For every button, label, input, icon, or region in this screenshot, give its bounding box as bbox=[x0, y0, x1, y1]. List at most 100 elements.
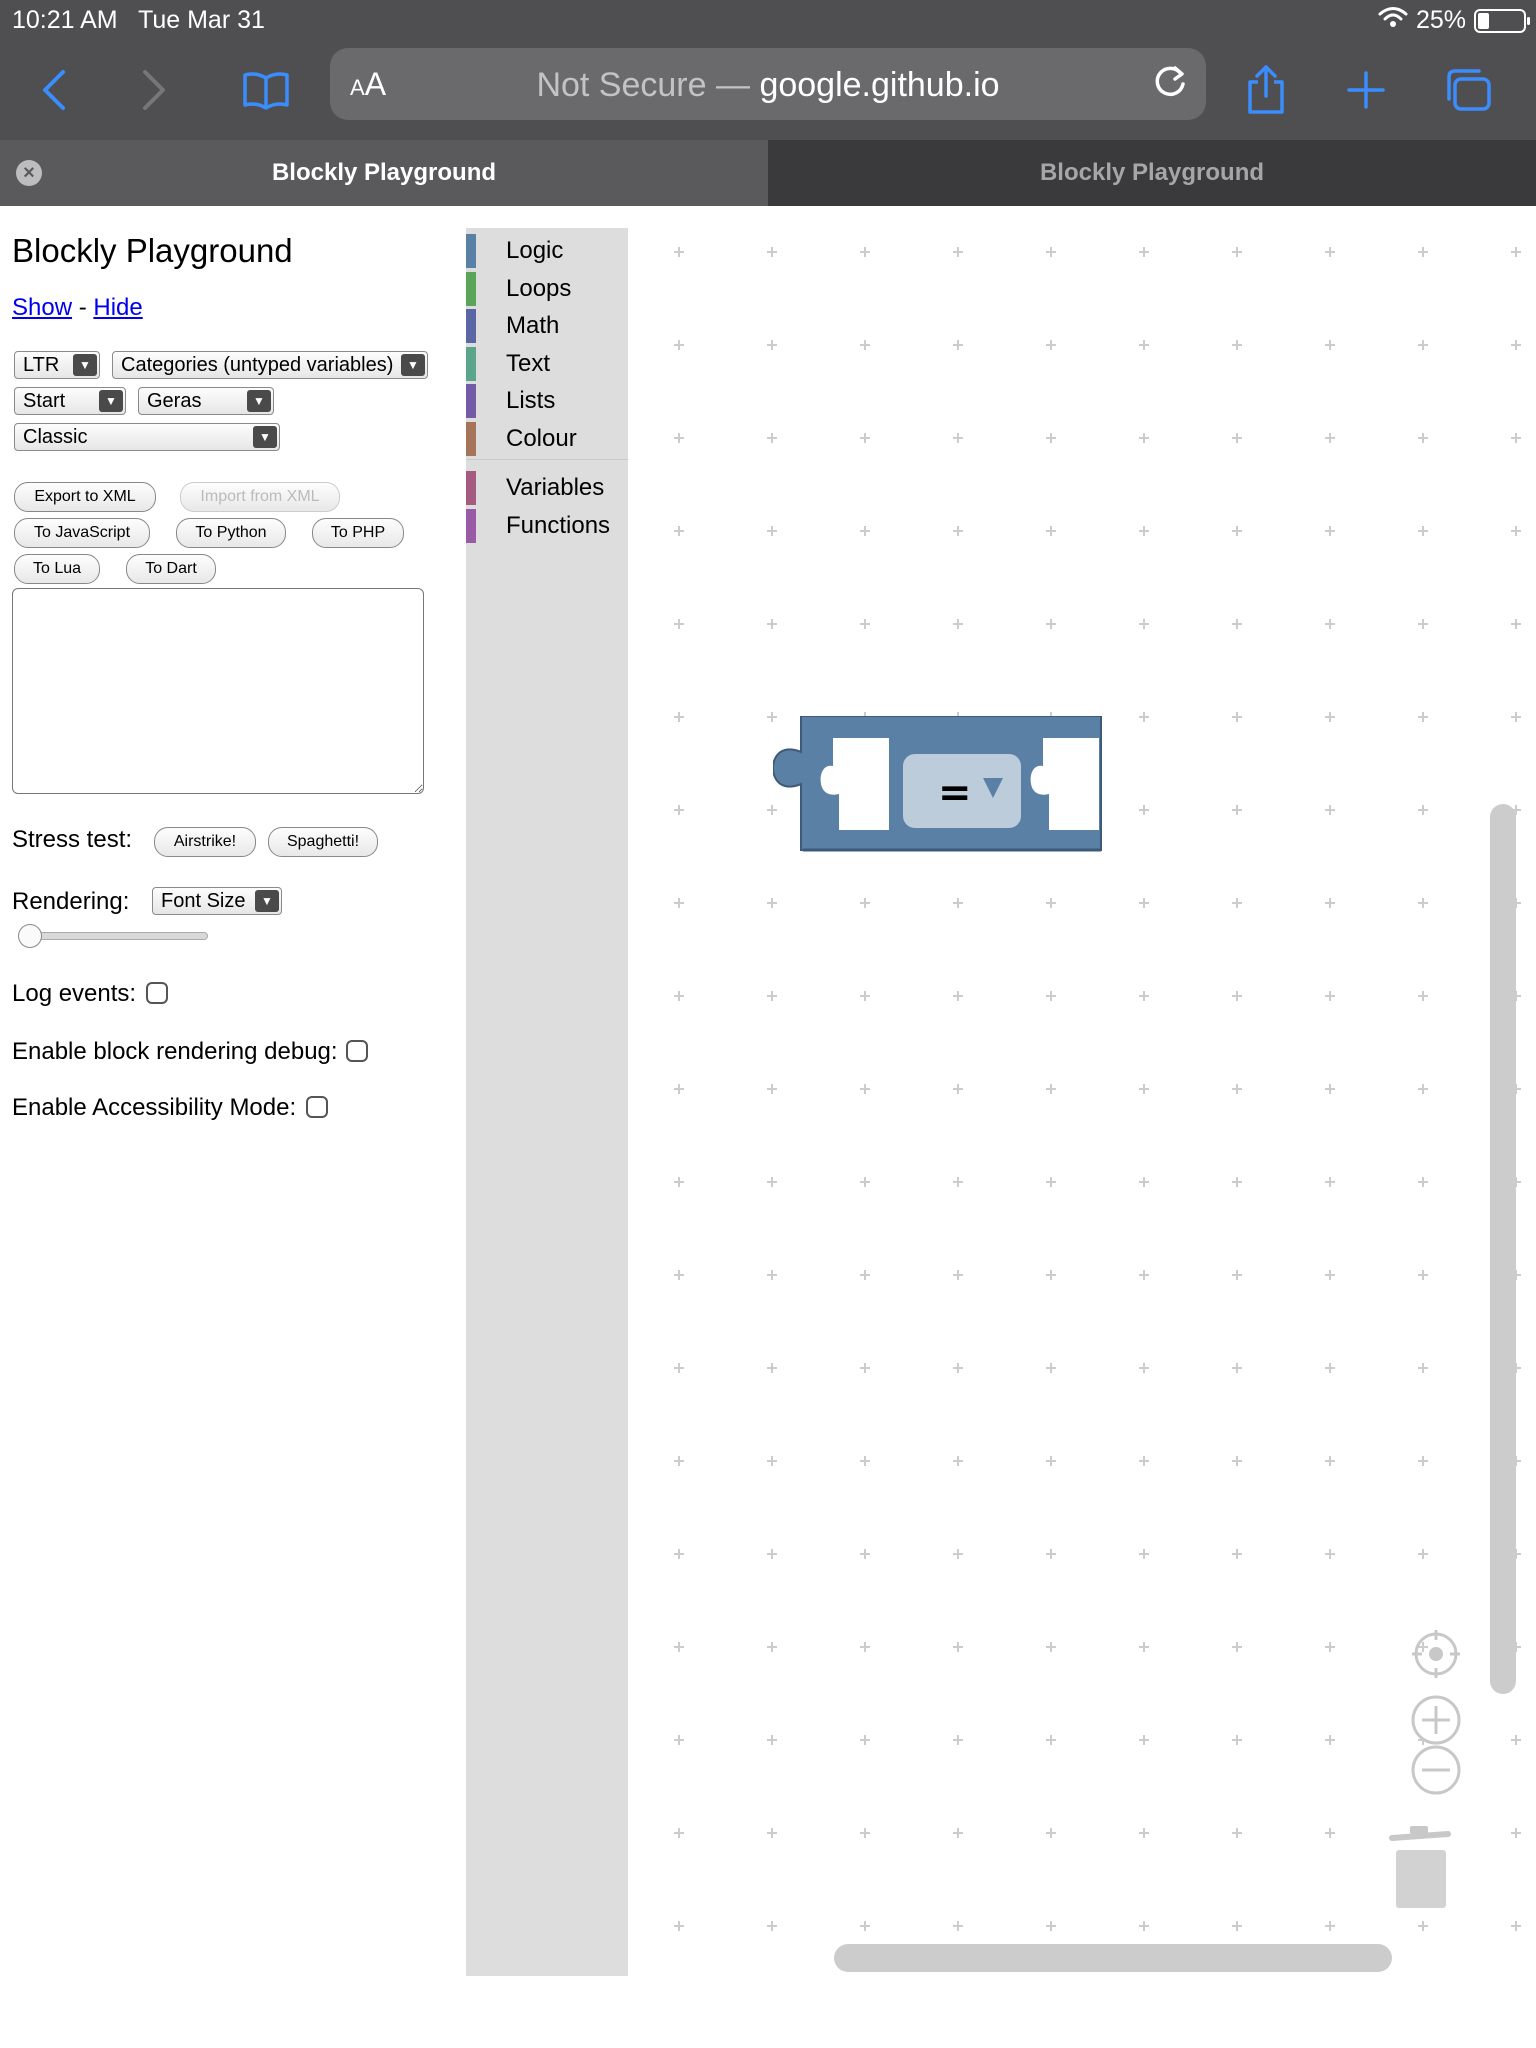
bookmarks-icon[interactable] bbox=[236, 60, 296, 120]
export-xml-button[interactable]: Export to XML bbox=[14, 482, 156, 512]
new-tab-icon[interactable] bbox=[1336, 60, 1396, 120]
wifi-icon bbox=[1378, 6, 1408, 35]
hide-link[interactable]: Hide bbox=[93, 294, 142, 321]
dropdown-arrow-icon: ▼ bbox=[401, 354, 425, 376]
accessibility-mode-checkbox[interactable] bbox=[306, 1096, 328, 1118]
status-right: 25% bbox=[1378, 6, 1530, 35]
status-bar: 10:21 AM Tue Mar 31 25% bbox=[0, 0, 1536, 40]
to-lua-button[interactable]: To Lua bbox=[14, 554, 100, 584]
dropdown-arrow-icon: ▼ bbox=[99, 390, 123, 412]
log-events-label: Log events: bbox=[12, 980, 137, 1007]
dropdown-arrow-icon: ▼ bbox=[73, 354, 97, 376]
render-debug-checkbox[interactable] bbox=[346, 1040, 368, 1062]
playground-options-panel: Blockly Playground Show - Hide LTR ▼ Cat… bbox=[0, 206, 460, 1986]
show-hide-links: Show - Hide bbox=[12, 294, 143, 322]
category-color-swatch bbox=[466, 509, 476, 543]
workspace-vertical-scrollbar[interactable] bbox=[1490, 804, 1516, 1694]
status-time: 10:21 AM bbox=[12, 6, 118, 34]
category-color-swatch bbox=[466, 234, 476, 268]
category-label: Logic bbox=[506, 237, 564, 264]
category-color-swatch bbox=[466, 272, 476, 306]
tabs-icon[interactable] bbox=[1438, 60, 1498, 120]
zoom-in-icon[interactable] bbox=[1410, 1694, 1462, 1751]
tab-bar: × Blockly Playground Blockly Playground bbox=[0, 140, 1536, 206]
renderer-select-value: Geras bbox=[147, 390, 202, 412]
toolbox-select[interactable]: Categories (untyped variables) ▼ bbox=[112, 351, 428, 379]
dropdown-arrow-icon: ▼ bbox=[247, 390, 271, 412]
page-title: Blockly Playground bbox=[12, 232, 293, 269]
url-text: Not Secure — google.github.io bbox=[330, 66, 1206, 105]
category-label: Math bbox=[506, 312, 560, 339]
theme-select-value: Classic bbox=[23, 426, 88, 448]
log-events-checkbox[interactable] bbox=[146, 982, 168, 1004]
category-label: Variables bbox=[506, 474, 605, 501]
category-functions[interactable]: Functions bbox=[466, 509, 628, 543]
category-logic[interactable]: Logic bbox=[466, 234, 628, 268]
to-php-button[interactable]: To PHP bbox=[312, 518, 404, 548]
category-color-swatch bbox=[466, 309, 476, 343]
battery-level bbox=[1478, 12, 1489, 29]
workspace-grid bbox=[674, 247, 1521, 1931]
rendering-label: Rendering: bbox=[12, 888, 130, 915]
tab-inactive[interactable]: Blockly Playground bbox=[768, 140, 1536, 206]
rendering-select-value: Font Size bbox=[161, 890, 246, 912]
category-loops[interactable]: Loops bbox=[466, 272, 628, 306]
rendering-select[interactable]: Font Size ▼ bbox=[152, 887, 282, 915]
render-debug-label: Enable block rendering debug: bbox=[12, 1038, 338, 1065]
font-size-slider-thumb[interactable] bbox=[18, 924, 42, 948]
airstrike-button[interactable]: Airstrike! bbox=[154, 827, 256, 857]
start-select[interactable]: Start ▼ bbox=[14, 387, 126, 415]
to-python-button[interactable]: To Python bbox=[176, 518, 286, 548]
font-size-slider[interactable] bbox=[20, 932, 208, 940]
category-label: Text bbox=[506, 350, 551, 377]
category-lists[interactable]: Lists bbox=[466, 384, 628, 418]
tab-title: Blockly Playground bbox=[271, 159, 497, 186]
address-bar[interactable]: AA Not Secure — google.github.io bbox=[330, 48, 1206, 120]
blockly-toolbox: Logic Loops Math Text Lists Colour Varia… bbox=[466, 228, 628, 1976]
tab-title: Blockly Playground bbox=[1039, 159, 1265, 186]
category-math[interactable]: Math bbox=[466, 309, 628, 343]
forward-icon[interactable] bbox=[124, 60, 184, 120]
renderer-select[interactable]: Geras ▼ bbox=[138, 387, 274, 415]
url-domain: google.github.io bbox=[759, 66, 1000, 104]
stress-test-label: Stress test: bbox=[12, 826, 133, 853]
toolbox-select-value: Categories (untyped variables) bbox=[121, 354, 394, 376]
logic-compare-block[interactable]: = bbox=[771, 715, 1103, 881]
close-tab-icon[interactable]: × bbox=[16, 160, 42, 186]
zoom-out-icon[interactable] bbox=[1410, 1744, 1462, 1801]
status-date: Tue Mar 31 bbox=[138, 6, 265, 34]
category-label: Loops bbox=[506, 275, 572, 302]
toolbox-separator bbox=[466, 459, 628, 460]
spaghetti-button[interactable]: Spaghetti! bbox=[268, 827, 378, 857]
battery-percent: 25% bbox=[1415, 6, 1466, 34]
back-icon[interactable] bbox=[24, 60, 84, 120]
battery-icon bbox=[1474, 8, 1530, 33]
dropdown-arrow-icon: ▼ bbox=[253, 426, 277, 448]
dropdown-arrow-icon: ▼ bbox=[255, 890, 279, 912]
category-colour[interactable]: Colour bbox=[466, 422, 628, 456]
to-javascript-button[interactable]: To JavaScript bbox=[14, 518, 150, 548]
xml-output-textarea[interactable] bbox=[12, 588, 424, 794]
blockly-workspace[interactable]: = bbox=[628, 228, 1522, 1976]
to-dart-button[interactable]: To Dart bbox=[126, 554, 216, 584]
trash-icon[interactable] bbox=[1388, 1824, 1452, 1915]
category-color-swatch bbox=[466, 347, 476, 381]
tab-active[interactable]: × Blockly Playground bbox=[0, 140, 768, 206]
category-text[interactable]: Text bbox=[466, 347, 628, 381]
direction-select[interactable]: LTR ▼ bbox=[14, 351, 100, 379]
category-color-swatch bbox=[466, 422, 476, 456]
category-variables[interactable]: Variables bbox=[466, 471, 628, 505]
category-label: Functions bbox=[506, 512, 611, 539]
import-xml-button: Import from XML bbox=[180, 482, 340, 512]
accessibility-mode-label: Enable Accessibility Mode: bbox=[12, 1094, 297, 1121]
show-link[interactable]: Show bbox=[12, 294, 72, 321]
category-label: Lists bbox=[506, 387, 556, 414]
category-color-swatch bbox=[466, 471, 476, 505]
category-color-swatch bbox=[466, 384, 476, 418]
reload-icon[interactable] bbox=[1148, 60, 1192, 109]
operator-label: = bbox=[938, 770, 972, 816]
share-icon[interactable] bbox=[1236, 60, 1296, 120]
workspace-horizontal-scrollbar[interactable] bbox=[834, 1944, 1392, 1972]
recenter-icon[interactable] bbox=[1410, 1628, 1462, 1685]
theme-select[interactable]: Classic ▼ bbox=[14, 423, 280, 451]
